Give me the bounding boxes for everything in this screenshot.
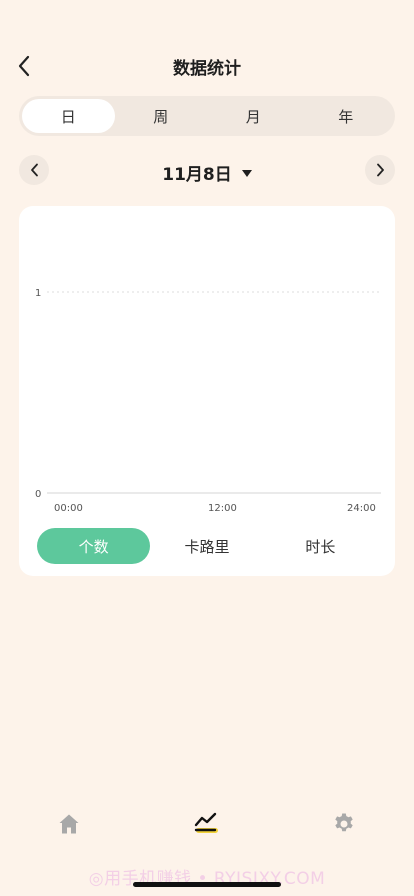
date-selector: 11月8日 [19, 155, 395, 185]
nav-stats-button[interactable] [189, 806, 225, 842]
tab-week[interactable]: 周 [115, 99, 208, 133]
date-label: 11月8日 [162, 165, 232, 185]
statistics-chart: 1 0 00:00 12:00 24:00 [35, 288, 381, 514]
tab-month[interactable]: 月 [207, 99, 300, 133]
caret-down-icon [241, 169, 252, 177]
metric-tab-calories[interactable]: 卡路里 [150, 528, 263, 564]
x-tick-label: 12:00 [208, 503, 237, 514]
data-statistics-screen: 数据统计 日 周 月 年 11月8日 1 0 00:00 12:00 24:00… [0, 0, 414, 896]
gear-icon [335, 813, 353, 832]
nav-settings-button[interactable] [326, 806, 362, 842]
page-title: 数据统计 [173, 59, 241, 79]
stats-icon [194, 812, 218, 833]
tab-year[interactable]: 年 [300, 99, 393, 133]
chart-card: 1 0 00:00 12:00 24:00 个数 卡路里 时长 [19, 206, 395, 576]
x-tick-label: 00:00 [54, 503, 83, 514]
x-tick-label: 24:00 [347, 503, 376, 514]
home-indicator [133, 882, 281, 887]
metric-tab-duration[interactable]: 时长 [264, 528, 377, 564]
y-tick-label: 0 [35, 489, 41, 500]
period-segmented-control: 日 周 月 年 [19, 96, 395, 136]
date-dropdown[interactable]: 11月8日 [19, 160, 395, 185]
chevron-right-icon [376, 163, 384, 177]
tab-day[interactable]: 日 [22, 99, 115, 133]
home-icon [59, 814, 79, 834]
metric-tabs: 个数 卡路里 时长 [37, 528, 377, 564]
next-date-button[interactable] [365, 155, 395, 185]
metric-tab-count[interactable]: 个数 [37, 528, 151, 564]
nav-home-button[interactable] [51, 806, 87, 842]
y-tick-label: 1 [35, 288, 41, 299]
header: 数据统计 [0, 46, 414, 86]
bottom-navigation [0, 806, 414, 842]
